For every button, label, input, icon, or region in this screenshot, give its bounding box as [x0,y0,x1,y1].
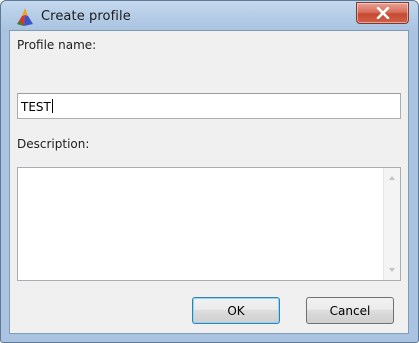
close-button[interactable] [356,2,409,24]
profile-name-value: TEST [21,100,51,114]
description-textarea[interactable] [17,167,401,281]
ok-button[interactable]: OK [192,297,280,324]
scroll-down-arrow-icon[interactable] [388,267,396,273]
profile-name-label: Profile name: [17,38,97,52]
description-scrollbar[interactable] [383,168,400,280]
title-bar[interactable]: Create profile [1,1,418,31]
cancel-button[interactable]: Cancel [306,297,394,324]
close-icon [376,7,390,19]
text-caret [51,99,53,113]
window-title: Create profile [41,9,131,24]
profile-name-input[interactable]: TEST [17,93,401,119]
dialog-body: Profile name: TEST Description: OK Cance… [9,30,409,334]
description-label: Description: [17,137,90,151]
dialog-window: Create profile Profile name: TEST Descri… [0,0,419,343]
scroll-up-arrow-icon[interactable] [388,175,396,181]
app-logo-icon [15,7,35,27]
